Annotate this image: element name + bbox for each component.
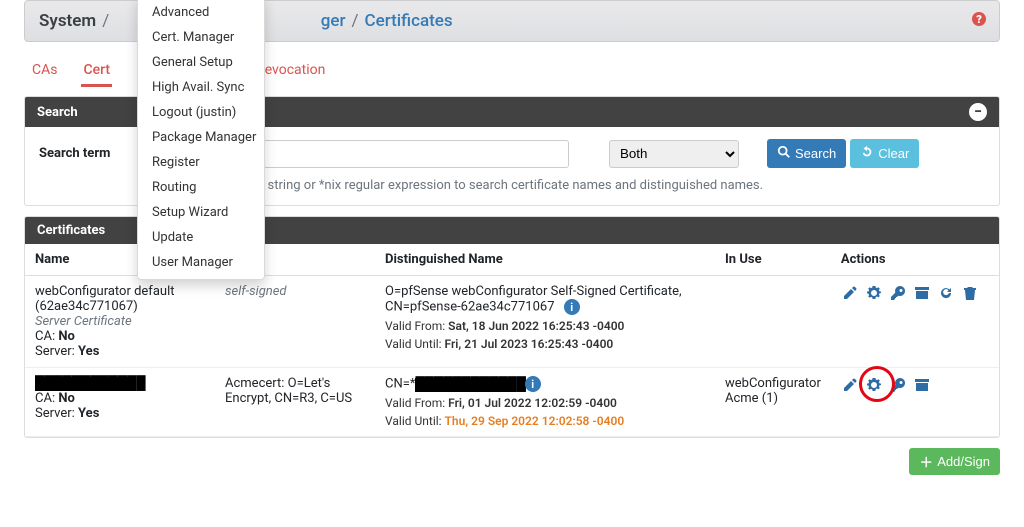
tab-certificates[interactable]: Cert	[81, 56, 112, 87]
menu-high-avail-sync[interactable]: High Avail. Sync	[138, 75, 264, 100]
refresh-icon[interactable]	[937, 284, 955, 302]
menu-update[interactable]: Update	[138, 225, 264, 250]
menu-advanced[interactable]: Advanced	[138, 0, 264, 25]
key-icon[interactable]	[889, 284, 907, 302]
footer-actions: ＋ Add/Sign	[24, 448, 1000, 475]
collapse-icon[interactable]: −	[969, 103, 987, 121]
page-root: System / Cert. Manager XXXXXXXXXger / Ce…	[0, 0, 1024, 475]
search-button[interactable]: Search	[767, 139, 846, 168]
svg-text:?: ?	[976, 13, 982, 26]
certificates-panel-title: Certificates	[37, 223, 105, 238]
undo-icon	[860, 145, 874, 162]
pencil-icon[interactable]	[841, 376, 859, 394]
inuse	[715, 276, 831, 368]
cert-type: Server Certificate	[35, 314, 132, 329]
add-sign-button[interactable]: ＋ Add/Sign	[909, 448, 1000, 475]
menu-package-manager[interactable]: Package Manager	[138, 125, 264, 150]
crumb-system[interactable]: System	[39, 11, 96, 31]
key-icon[interactable]	[889, 376, 907, 394]
search-panel-title: Search	[37, 105, 78, 120]
table-row: ████████████ CA: No Server: Yes Acmecert…	[25, 368, 999, 437]
dn: CN=*	[385, 377, 415, 392]
archive-icon[interactable]	[913, 284, 931, 302]
issuer: self-signed	[225, 284, 287, 299]
tab-cas[interactable]: CAs	[30, 56, 59, 87]
menu-general-setup[interactable]: General Setup	[138, 50, 264, 75]
action-icons	[841, 376, 989, 394]
info-icon[interactable]: i	[564, 299, 580, 315]
col-dn: Distinguished Name	[375, 244, 715, 276]
search-icon	[777, 145, 791, 162]
col-actions: Actions	[831, 244, 999, 276]
system-dropdown: Advanced Cert. Manager General Setup Hig…	[137, 0, 265, 280]
menu-routing[interactable]: Routing	[138, 175, 264, 200]
help-icon[interactable]: ?	[971, 11, 987, 31]
tab-revocation[interactable]: Revocation	[254, 56, 327, 87]
cert-name: webConfigurator default (62ae34c771067)	[35, 284, 174, 314]
search-scope-select[interactable]: Both	[609, 140, 739, 168]
dn: O=pfSense webConfigurator Self-Signed Ce…	[385, 284, 682, 315]
inuse: webConfigurator Acme (1)	[715, 368, 831, 437]
redacted-cn: ████████████	[415, 378, 515, 392]
menu-register[interactable]: Register	[138, 150, 264, 175]
table-row: webConfigurator default (62ae34c771067) …	[25, 276, 999, 368]
clear-button[interactable]: Clear	[850, 139, 919, 168]
pencil-icon[interactable]	[841, 284, 859, 302]
col-inuse: In Use	[715, 244, 831, 276]
search-hint: arch string or *nix regular expression t…	[239, 178, 985, 193]
menu-user-manager[interactable]: User Manager	[138, 250, 264, 275]
action-icons	[841, 284, 989, 302]
crumb-certificates[interactable]: Certificates	[365, 11, 453, 31]
plus-icon: ＋	[919, 455, 933, 469]
gear-icon[interactable]	[865, 376, 883, 394]
menu-setup-wizard[interactable]: Setup Wizard	[138, 200, 264, 225]
search-input[interactable]	[239, 140, 569, 168]
menu-logout[interactable]: Logout (justin)	[138, 100, 264, 125]
redacted-name: ████████████	[35, 377, 135, 391]
gear-icon[interactable]	[865, 284, 883, 302]
info-icon[interactable]: i	[525, 376, 541, 392]
trash-icon[interactable]	[961, 284, 979, 302]
issuer: Acmecert: O=Let's Encrypt, CN=R3, C=US	[215, 368, 375, 437]
breadcrumb: System / Cert. Manager XXXXXXXXXger / Ce…	[24, 0, 1000, 42]
menu-cert-manager[interactable]: Cert. Manager	[138, 25, 264, 50]
archive-icon[interactable]	[913, 376, 931, 394]
